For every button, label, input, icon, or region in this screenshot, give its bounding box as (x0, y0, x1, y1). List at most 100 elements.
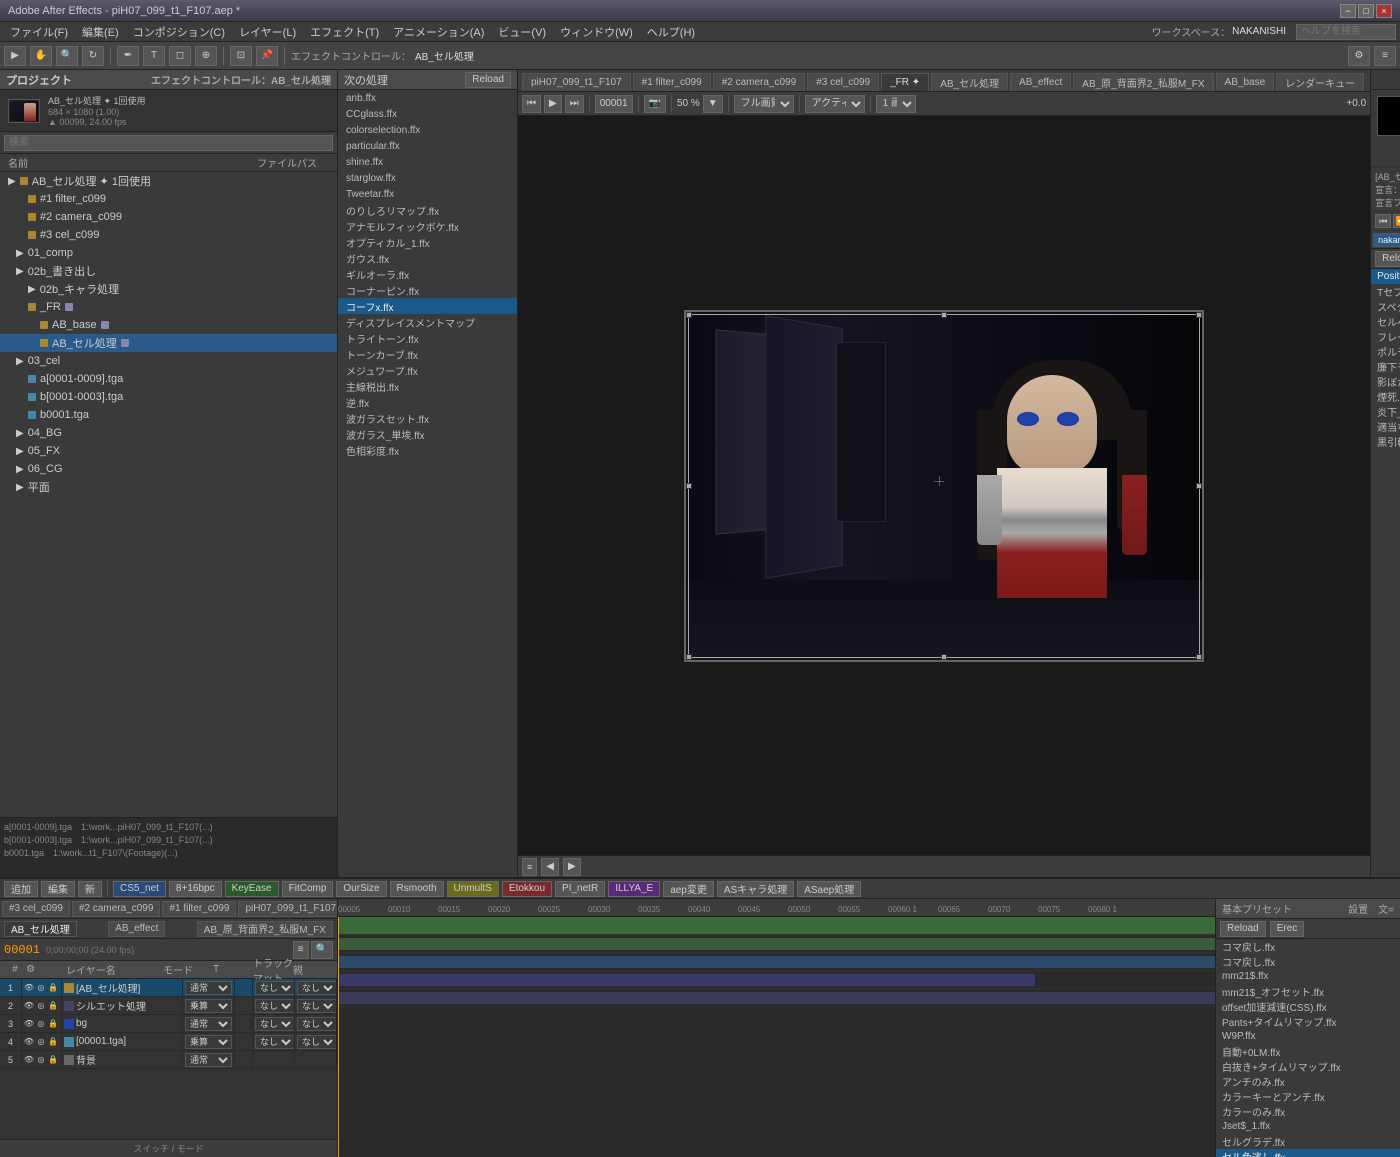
tl-expand-btn[interactable]: ≡ (293, 941, 309, 959)
layer-lock-1[interactable]: 🔒 (48, 983, 58, 993)
tree-item-15[interactable]: ▶ 05_FX (0, 442, 337, 460)
layer-solo-3[interactable]: ◎ (36, 1019, 46, 1029)
effect-corfx[interactable]: コーフx.ffx (338, 298, 517, 314)
effect-anb[interactable]: anb.ffx (338, 90, 517, 106)
menu-file[interactable]: ファイル(F) (4, 22, 74, 42)
comp-nav-next[interactable]: ▶ (563, 858, 581, 876)
tl-btn-oursize[interactable]: OurSize (336, 881, 386, 897)
br-item-3[interactable]: mm21$_オフセット.ffx (1216, 984, 1400, 999)
title-controls[interactable]: − □ × (1340, 4, 1392, 18)
br-item-8[interactable]: 白抜き+タイムリマップ.ffx (1216, 1059, 1400, 1074)
preview-prev[interactable]: ⏪ (1393, 214, 1400, 228)
br-item-7[interactable]: 自動+0LM.ffx (1216, 1044, 1400, 1059)
effect-tonecurve[interactable]: トーンカーブ.ffx (338, 346, 517, 362)
reffect-7[interactable]: 影ぼかし_アスタ.ffx (1371, 374, 1400, 389)
layer-solo-4[interactable]: ◎ (36, 1037, 46, 1047)
tl-tab-piH07[interactable]: piH07_099_t1_F107 (238, 901, 337, 917)
layer-lock-2[interactable]: 🔒 (48, 1001, 58, 1011)
menu-layer[interactable]: レイヤー(L) (233, 22, 302, 42)
reffect-11[interactable]: 黒引軌跡.ffx (1371, 434, 1400, 449)
effect-huesaturation[interactable]: 色相彩度.ffx (338, 442, 517, 458)
effects-reload-button[interactable]: Reload (465, 72, 511, 88)
tool-shape[interactable]: ◻ (169, 46, 191, 66)
tool-hand[interactable]: ✋ (30, 46, 52, 66)
tl-btn-new[interactable]: 新 (78, 881, 102, 897)
reffect-4[interactable]: フレームカサブラウ.ffx (1371, 329, 1400, 344)
br-item-14[interactable]: セル色逃し.ffx (1216, 1149, 1400, 1157)
br-item-6[interactable]: W9P.ffx (1216, 1029, 1400, 1044)
layer-trackmatte-select-2[interactable]: なし (255, 999, 295, 1013)
layer-lock-5[interactable]: 🔒 (48, 1055, 58, 1065)
comp-zoom-down[interactable]: ▼ (703, 95, 723, 113)
comp-tab-filter[interactable]: #1 filter_c099 (633, 73, 711, 91)
tool-text[interactable]: T (143, 46, 165, 66)
tool-mask[interactable]: ⊡ (230, 46, 252, 66)
reffect-1[interactable]: Tセブリset.ffx (1371, 284, 1400, 299)
tool-extra1[interactable]: ⚙ (1348, 46, 1370, 66)
comp-tool-forward[interactable]: ⏭ (565, 95, 584, 113)
layer-row-1[interactable]: 1 👁 ◎ 🔒 [AB_セル処理] 通常 なし (0, 979, 337, 997)
tl-btn-add[interactable]: 追加 (4, 881, 38, 897)
br-item-11[interactable]: カラーのみ.ffx (1216, 1104, 1400, 1119)
tree-item-10[interactable]: ▶ 03_cel (0, 352, 337, 370)
layer-parent-select-3[interactable]: なし (297, 1017, 337, 1031)
menu-animation[interactable]: アニメーション(A) (387, 22, 490, 42)
tl-tab-abeffect[interactable]: AB_effect (108, 921, 165, 937)
layer-eye-4[interactable]: 👁 (24, 1037, 34, 1047)
effect-reverse[interactable]: 逆.ffx (338, 394, 517, 410)
comp-quality-select[interactable]: フル画質 1/2画質 1/4画質 (734, 95, 794, 113)
effect-displace[interactable]: ディスプレイスメントマップ (338, 314, 517, 330)
presets-erec-button[interactable]: Erec (1270, 921, 1305, 937)
reffect-2[interactable]: スペクトル.ffx (1371, 299, 1400, 314)
tree-item-11[interactable]: a[0001-0009].tga (0, 370, 337, 388)
comp-tab-renderqueue[interactable]: レンダーキュー (1276, 73, 1364, 91)
br-item-1[interactable]: コマ戻し.ffx (1216, 954, 1400, 969)
tl-tab-abcel[interactable]: AB_セル処理 (4, 921, 77, 937)
tl-btn-keyease[interactable]: KeyEase (225, 881, 279, 897)
reffect-6[interactable]: 廉下モニターT光.ffx (1371, 359, 1400, 374)
menu-comp[interactable]: コンポジション(C) (127, 22, 231, 42)
playhead[interactable] (338, 917, 339, 1157)
tree-item-12[interactable]: b[0001-0003].tga (0, 388, 337, 406)
tab-info[interactable]: 情報 (1371, 70, 1400, 89)
effect-colorsel[interactable]: colorselection.ffx (338, 122, 517, 138)
tree-item-9[interactable]: AB_セル処理 (0, 334, 337, 352)
layer-eye-2[interactable]: 👁 (24, 1001, 34, 1011)
tl-btn-cs5net[interactable]: CS5_net (113, 881, 166, 897)
layer-trackmatte-select-4[interactable]: なし (255, 1035, 295, 1049)
comp-snapshot[interactable]: 📷 (644, 95, 666, 113)
effect-gilaura[interactable]: ギルオーラ.ffx (338, 266, 517, 282)
layer-eye-5[interactable]: 👁 (24, 1055, 34, 1065)
effect-waveglass[interactable]: 波ガラスセット.ffx (338, 410, 517, 426)
layer-eye-3[interactable]: 👁 (24, 1019, 34, 1029)
tl-btn-illya[interactable]: ILLYA_E (608, 881, 660, 897)
comp-tab-ab-haikei[interactable]: AB_原_背面界2_私服M_FX (1073, 73, 1213, 91)
effect-particular[interactable]: particular.ffx (338, 138, 517, 154)
layer-trackmatte-select-3[interactable]: なし (255, 1017, 295, 1031)
br-item-4[interactable]: offset加速減速(CSS).ffx (1216, 999, 1400, 1014)
right-reload-button[interactable]: Reload (1375, 251, 1400, 267)
subtab-nakanishi[interactable]: nakanishi (1373, 233, 1400, 247)
layer-solo-1[interactable]: ◎ (36, 983, 46, 993)
composition-viewport[interactable] (518, 116, 1370, 855)
tree-item-8[interactable]: AB_base (0, 316, 337, 334)
maximize-button[interactable]: □ (1358, 4, 1374, 18)
effect-optical[interactable]: オプティカル_1.ffx (338, 234, 517, 250)
reffect-0[interactable]: PositionPRIM_CS6.ffx (1371, 269, 1400, 284)
close-button[interactable]: × (1376, 4, 1392, 18)
br-item-5[interactable]: Pants+タイムリマップ.ffx (1216, 1014, 1400, 1029)
tool-select[interactable]: ▶ (4, 46, 26, 66)
layer-parent-select-1[interactable]: なし (297, 981, 337, 995)
tree-item-3[interactable]: #3 cel_c099 (0, 226, 337, 244)
layer-parent-select-4[interactable]: なし (297, 1035, 337, 1049)
reffect-5[interactable]: ポルテッカ.ffx (1371, 344, 1400, 359)
reffect-10[interactable]: 適当な火の.ffx (1371, 419, 1400, 434)
tool-clone[interactable]: ⊕ (195, 46, 217, 66)
tool-rotate[interactable]: ↻ (82, 46, 104, 66)
tl-tab-filter[interactable]: #1 filter_c099 (162, 901, 236, 917)
comp-tab-camera[interactable]: #2 camera_c099 (713, 73, 806, 91)
effect-tweeter[interactable]: Tweetar.ffx (338, 186, 517, 202)
reffect-9[interactable]: 炎下_独.ffx (1371, 404, 1400, 419)
layer-row-5[interactable]: 5 👁 ◎ 🔒 背景 通常 (0, 1051, 337, 1069)
tl-btn-edit[interactable]: 編集 (41, 881, 75, 897)
